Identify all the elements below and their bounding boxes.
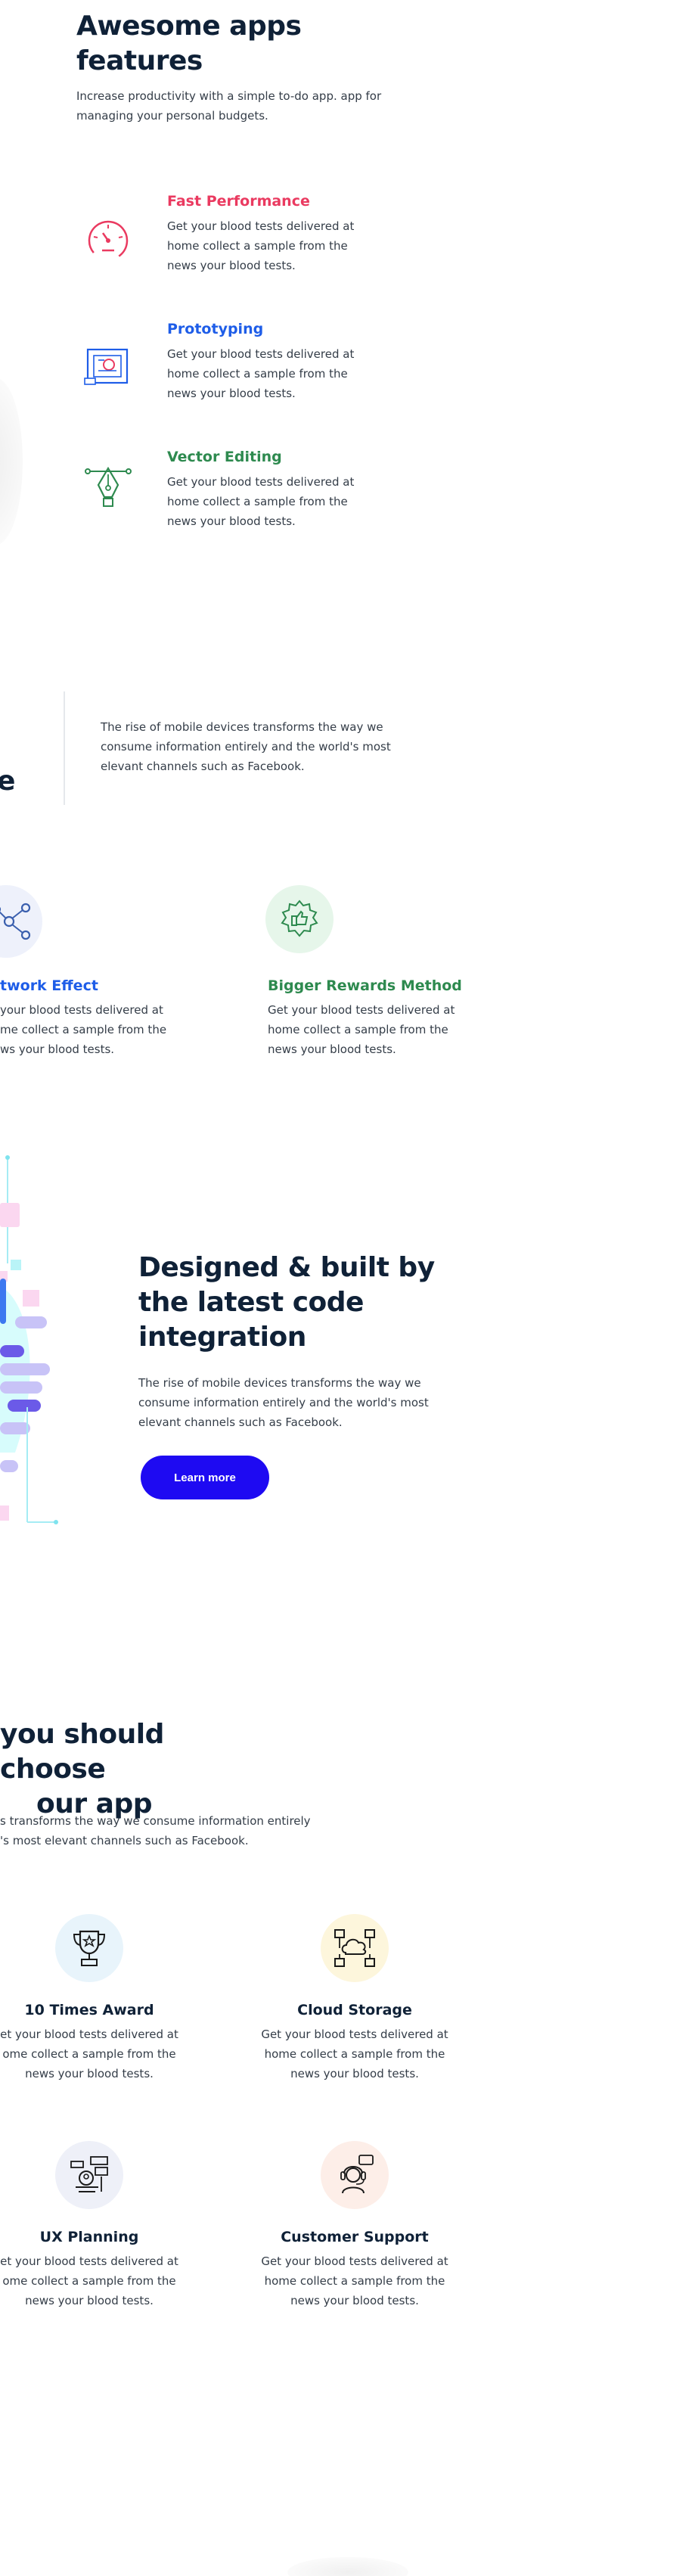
choose-card-ux-planning: UX Planning et your blood tests delivere…	[0, 2226, 195, 2310]
benefit-title: Bigger Rewards Method	[268, 977, 462, 994]
feature-title: Prototyping	[167, 321, 264, 337]
feature-description-line: news your blood tests.	[167, 387, 296, 400]
benefit-description-line: Get your blood tests delivered at	[268, 1003, 455, 1017]
feature-description-line: home collect a sample from the	[167, 495, 348, 508]
choose-card-description-line: et your blood tests delivered at	[0, 2028, 178, 2041]
feature-title: Fast Performance	[167, 193, 310, 210]
feature-card-vector-editing: Vector Editing Get your blood tests deli…	[167, 446, 394, 531]
choose-card-cloud-storage: Cloud Storage Get your blood tests deliv…	[249, 1999, 461, 2083]
quote-text-line: consume information entirely and the wor…	[101, 740, 391, 754]
benefit-description: Get your blood tests delivered at home c…	[268, 1000, 487, 1059]
choose-card-description-line: news your blood tests.	[290, 2294, 419, 2307]
choose-card-description-line: home collect a sample from the	[264, 2047, 445, 2061]
feature-description-line: home collect a sample from the	[167, 367, 348, 381]
features-title: Awesome apps features	[76, 9, 302, 79]
quote-text-line: The rise of mobile devices transforms th…	[101, 720, 383, 734]
ux-planning-icon	[68, 2154, 110, 2196]
feature-description-line: Get your blood tests delivered at	[167, 475, 355, 489]
choose-card-customer-support: Customer Support Get your blood tests de…	[249, 2226, 461, 2310]
feature-card-fast-performance: Fast Performance Get your blood tests de…	[167, 191, 394, 275]
code-integration-illustration	[0, 1150, 68, 1549]
feature-description: Get your blood tests delivered at home c…	[167, 472, 394, 531]
benefit-description-line: home collect a sample from the	[268, 1023, 448, 1036]
trophy-icon	[68, 1927, 110, 1969]
customer-support-icon	[334, 2154, 376, 2196]
why-choose-title-line1: you should choose	[0, 1719, 164, 1785]
features-title-line1: Awesome apps	[76, 11, 302, 42]
features-description-line1: Increase productivity with a simple to-d…	[76, 89, 382, 103]
benefit-description-line: ws your blood tests.	[0, 1043, 115, 1056]
footer-shadow-decoration	[287, 2557, 408, 2576]
reward-badge-icon	[278, 898, 321, 940]
benefit-description-line: news your blood tests.	[268, 1043, 396, 1056]
choose-card-description-line: home collect a sample from the	[264, 2274, 445, 2288]
why-choose-title: you should choose our app	[0, 1717, 265, 1822]
choose-card-description-line: ome collect a sample from the	[2, 2047, 176, 2061]
why-choose-description: s transforms the way we consume informat…	[0, 1811, 393, 1850]
cloud-network-icon	[334, 1927, 376, 1969]
quote-heading-fragment: e	[0, 766, 15, 797]
feature-description: Get your blood tests delivered at home c…	[167, 344, 394, 403]
choose-card-description: et your blood tests delivered at ome col…	[0, 2024, 195, 2083]
why-choose-description-line: 's most elevant channels such as Faceboo…	[0, 1834, 249, 1847]
integration-title-line: the latest code	[138, 1287, 364, 1318]
blueprint-icon	[82, 340, 135, 393]
phone-shadow-decoration	[0, 378, 23, 545]
quote-text-line: elevant channels such as Facebook.	[101, 760, 305, 773]
benefit-description-line: me collect a sample from the	[0, 1023, 167, 1036]
integration-description-line: consume information entirely and the wor…	[138, 1396, 429, 1409]
choose-card-description: et your blood tests delivered at ome col…	[0, 2251, 195, 2310]
integration-description-line: The rise of mobile devices transforms th…	[138, 1376, 421, 1390]
feature-description: Get your blood tests delivered at home c…	[167, 216, 394, 275]
features-title-line2: features	[76, 45, 203, 76]
feature-description-line: news your blood tests.	[167, 514, 296, 528]
choose-card-description-line: news your blood tests.	[290, 2067, 419, 2080]
choose-card-description-line: news your blood tests.	[25, 2067, 154, 2080]
quote-divider	[64, 691, 65, 805]
choose-card-title: 10 Times Award	[24, 2002, 154, 2018]
integration-description-line: elevant channels such as Facebook.	[138, 1415, 343, 1429]
feature-title: Vector Editing	[167, 449, 282, 465]
integration-title: Designed & built by the latest code inte…	[138, 1251, 471, 1355]
benefit-description-line: your blood tests delivered at	[0, 1003, 163, 1017]
benefit-card-network-effect: twork Effect your blood tests delivered …	[0, 974, 197, 1059]
choose-card-description-line: Get your blood tests delivered at	[261, 2254, 448, 2268]
network-icon	[0, 900, 35, 943]
features-description: Increase productivity with a simple to-d…	[76, 86, 424, 126]
benefit-description: your blood tests delivered at me collect…	[0, 1000, 197, 1059]
feature-description-line: Get your blood tests delivered at	[167, 347, 355, 361]
feature-description-line: news your blood tests.	[167, 259, 296, 272]
feature-card-prototyping: Prototyping Get your blood tests deliver…	[167, 319, 394, 403]
benefit-card-bigger-rewards: Bigger Rewards Method Get your blood tes…	[268, 974, 487, 1059]
choose-card-description-line: news your blood tests.	[25, 2294, 154, 2307]
benefit-title: twork Effect	[0, 977, 98, 994]
choose-card-title: UX Planning	[39, 2229, 139, 2245]
features-description-line2: managing your personal budgets.	[76, 109, 268, 123]
choose-card-description: Get your blood tests delivered at home c…	[249, 2024, 461, 2083]
quote-text: The rise of mobile devices transforms th…	[101, 717, 441, 776]
choose-card-title: Cloud Storage	[297, 2002, 412, 2018]
choose-card-description-line: ome collect a sample from the	[2, 2274, 176, 2288]
feature-description-line: Get your blood tests delivered at	[167, 219, 355, 233]
feature-description-line: home collect a sample from the	[167, 239, 348, 253]
integration-title-line: Designed & built by	[138, 1252, 435, 1283]
pen-tool-icon	[82, 459, 135, 512]
choose-card-description-line: et your blood tests delivered at	[0, 2254, 178, 2268]
choose-card-award: 10 Times Award et your blood tests deliv…	[0, 1999, 195, 2083]
choose-card-title: Customer Support	[281, 2229, 429, 2245]
why-choose-description-line: s transforms the way we consume informat…	[0, 1814, 311, 1828]
choose-card-description: Get your blood tests delivered at home c…	[249, 2251, 461, 2310]
learn-more-button[interactable]: Learn more	[141, 1456, 269, 1499]
integration-description: The rise of mobile devices transforms th…	[138, 1373, 486, 1432]
integration-title-line: integration	[138, 1322, 306, 1353]
speedometer-icon	[82, 214, 135, 267]
choose-card-description-line: Get your blood tests delivered at	[261, 2028, 448, 2041]
